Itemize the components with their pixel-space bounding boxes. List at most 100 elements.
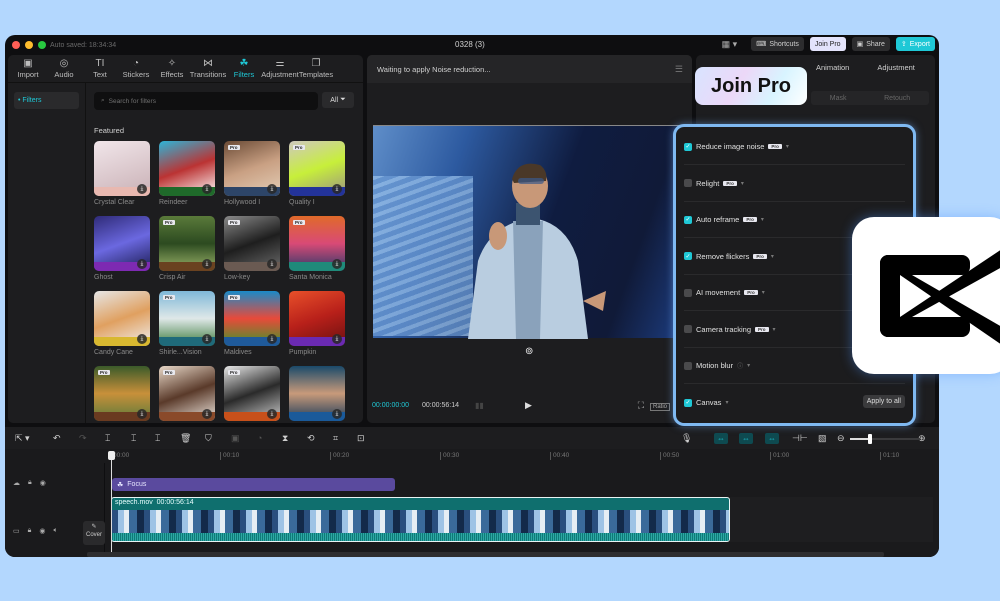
filter-thumbnail[interactable]: Pro ⤓ bbox=[224, 291, 280, 346]
filter-thumbnail[interactable]: Pro ⤓ bbox=[159, 216, 215, 271]
thumbnail-icon[interactable]: ▧ bbox=[818, 433, 827, 444]
chevron-down-icon[interactable]: ▾ bbox=[761, 216, 764, 223]
minimize-window-button[interactable] bbox=[25, 41, 33, 49]
crop-icon[interactable]: ⌗ bbox=[333, 433, 338, 444]
download-icon[interactable]: ⤓ bbox=[332, 259, 342, 269]
download-icon[interactable]: ⤓ bbox=[137, 259, 147, 269]
chevron-down-icon[interactable]: ▾ bbox=[771, 253, 774, 260]
zoom-slider-handle[interactable] bbox=[867, 434, 872, 444]
rotate-icon[interactable]: ⟲ bbox=[307, 433, 315, 444]
search-input[interactable]: ⌕ Search for filters bbox=[94, 92, 318, 110]
filter-item[interactable]: Pro ⤓ bbox=[224, 366, 280, 421]
export-button[interactable]: ⇪ Export bbox=[895, 37, 935, 51]
tab-stickers[interactable]: ◔ Stickers bbox=[118, 55, 154, 82]
undo-icon[interactable]: ↶ bbox=[53, 433, 61, 444]
microphone-icon[interactable]: 🎙 bbox=[681, 433, 692, 444]
focus-filter-clip[interactable]: ☘ Focus bbox=[112, 478, 395, 491]
tab-templates[interactable]: ❐ Templates bbox=[298, 55, 334, 82]
filter-item[interactable]: ⤓ Crystal Clear bbox=[94, 141, 150, 206]
filter-thumbnail[interactable]: Pro ⤓ bbox=[289, 216, 345, 271]
delete-icon[interactable]: 🗑 bbox=[180, 433, 191, 444]
filter-thumbnail[interactable]: ⤓ bbox=[289, 366, 345, 421]
tab-text[interactable]: TI Text bbox=[82, 55, 118, 82]
split-left-icon[interactable]: ⌶ bbox=[131, 433, 136, 444]
download-icon[interactable]: ⤓ bbox=[332, 184, 342, 194]
download-icon[interactable]: ⤓ bbox=[137, 184, 147, 194]
filter-thumbnail[interactable]: ⤓ bbox=[289, 291, 345, 346]
reverse-icon[interactable]: ◔ bbox=[257, 433, 262, 443]
filter-item[interactable]: Pro ⤓ bbox=[159, 366, 215, 421]
checkbox[interactable] bbox=[684, 325, 692, 333]
join-pro-banner[interactable]: Join Pro bbox=[695, 67, 807, 105]
filter-item[interactable]: Pro ⤓ Shirle...Vision bbox=[159, 291, 215, 356]
download-icon[interactable]: ⤓ bbox=[202, 184, 212, 194]
freeze-icon[interactable]: ▣ bbox=[231, 433, 240, 444]
chevron-down-icon[interactable]: ▾ bbox=[773, 326, 776, 333]
filter-item[interactable]: ⤓ Candy Cane bbox=[94, 291, 150, 356]
tab-transitions[interactable]: ⋈ Transitions bbox=[190, 55, 226, 82]
apply-to-all-button[interactable]: Apply to all bbox=[862, 394, 905, 408]
filter-thumbnail[interactable]: Pro ⤓ bbox=[159, 366, 215, 421]
filter-item[interactable]: ⤓ Reindeer bbox=[159, 141, 215, 206]
checkbox[interactable]: ✓ bbox=[684, 215, 692, 224]
filter-item[interactable]: ⤓ Pumpkin bbox=[289, 291, 345, 356]
ratio-button[interactable]: Ratio bbox=[649, 403, 670, 411]
fullscreen-icon[interactable]: ⛶ bbox=[638, 400, 644, 411]
zoom-out-icon[interactable]: ⊖ bbox=[837, 433, 845, 444]
split-right-icon[interactable]: ⌶ bbox=[155, 433, 160, 444]
filter-thumbnail[interactable]: Pro ⤓ bbox=[289, 141, 345, 196]
close-window-button[interactable] bbox=[12, 41, 20, 49]
marker-icon[interactable]: ⛉ bbox=[205, 433, 212, 444]
tab-audio[interactable]: ◎ Audio bbox=[46, 55, 82, 82]
download-icon[interactable]: ⤓ bbox=[267, 259, 277, 269]
tab-import[interactable]: ▣ Import bbox=[10, 55, 46, 82]
auto-reframe-icon[interactable]: ⊡ bbox=[357, 433, 365, 444]
filter-item[interactable]: Pro ⤓ Quality I bbox=[289, 141, 345, 206]
download-icon[interactable]: ⤓ bbox=[267, 184, 277, 194]
checkbox[interactable]: ✓ bbox=[684, 398, 692, 407]
linkage-icon[interactable]: ⇔ bbox=[765, 432, 779, 444]
checkbox[interactable] bbox=[684, 179, 692, 187]
download-icon[interactable]: ⤓ bbox=[202, 334, 212, 344]
play-button[interactable]: ▶ bbox=[525, 400, 532, 411]
subtab-mask[interactable]: Mask bbox=[830, 95, 847, 102]
filter-item[interactable]: Pro ⤓ Maldives bbox=[224, 291, 280, 356]
timeline-scrollbar[interactable] bbox=[87, 552, 884, 557]
shortcuts-button[interactable]: ⌨ Shortcuts bbox=[751, 37, 804, 51]
download-icon[interactable]: ⤓ bbox=[332, 409, 342, 419]
download-icon[interactable]: ⤓ bbox=[137, 409, 147, 419]
share-button[interactable]: ▣ Share bbox=[851, 37, 890, 51]
filter-thumbnail[interactable]: ⤓ bbox=[94, 141, 150, 196]
tab-effects[interactable]: ✧ Effects bbox=[154, 55, 190, 82]
chevron-down-icon[interactable]: ▾ bbox=[762, 289, 765, 296]
chevron-down-icon[interactable]: ▾ bbox=[747, 362, 750, 369]
checkbox[interactable] bbox=[684, 361, 692, 370]
maximize-window-button[interactable] bbox=[38, 41, 46, 49]
chevron-down-icon[interactable]: ▾ bbox=[741, 180, 744, 187]
tab-filters[interactable]: ☘ Filters bbox=[226, 55, 262, 82]
video-clip[interactable]: speech.mov 00:00:56:14 bbox=[111, 497, 730, 542]
redo-icon[interactable]: ↷ bbox=[79, 433, 87, 444]
filter-item[interactable]: Pro ⤓ Low-key bbox=[224, 216, 280, 281]
main-track-magnet-icon[interactable]: ⇔ bbox=[714, 432, 728, 444]
filter-thumbnail[interactable]: ⤓ bbox=[159, 141, 215, 196]
tab-adjustment[interactable]: Adjustment bbox=[877, 63, 915, 72]
tab-animation[interactable]: Animation bbox=[816, 63, 849, 72]
auto-snap-icon[interactable]: ⇔ bbox=[739, 432, 753, 444]
menu-icon[interactable]: ☰ bbox=[675, 64, 683, 75]
filter-thumbnail[interactable]: ⤓ bbox=[94, 291, 150, 346]
lock-icon[interactable]: 🔒︎ bbox=[28, 479, 32, 487]
checkbox[interactable]: ✓ bbox=[684, 252, 692, 260]
lock-icon[interactable]: 🔒︎ bbox=[28, 527, 32, 535]
filter-thumbnail[interactable]: Pro ⤓ bbox=[224, 141, 280, 196]
timeline-zoom-slider[interactable] bbox=[850, 434, 920, 444]
download-icon[interactable]: ⤓ bbox=[267, 409, 277, 419]
subtab-retouch[interactable]: Retouch bbox=[884, 95, 910, 102]
download-icon[interactable]: ⤓ bbox=[202, 259, 212, 269]
checkbox[interactable] bbox=[684, 288, 692, 297]
filter-item[interactable]: ⤓ Ghost bbox=[94, 216, 150, 281]
filter-thumbnail[interactable]: Pro ⤓ bbox=[224, 216, 280, 271]
layout-icon[interactable]: ▦ ▾ bbox=[722, 39, 738, 50]
sidebar-item-filters[interactable]: • Filters bbox=[14, 92, 79, 109]
filter-thumbnail[interactable]: Pro ⤓ bbox=[224, 366, 280, 421]
